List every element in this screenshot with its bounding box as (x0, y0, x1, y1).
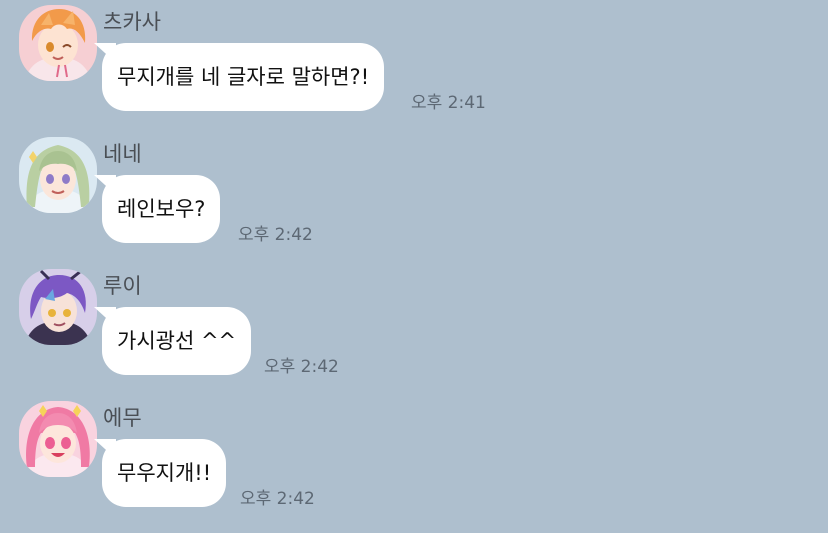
message-bubble[interactable]: 무우지개!! (102, 439, 227, 507)
message-timestamp: 오후 2:42 (264, 357, 339, 377)
rui-avatar-icon[interactable] (19, 269, 97, 345)
message-bubble[interactable]: 레인보우? (102, 175, 221, 243)
message-timestamp: 오후 2:42 (238, 225, 313, 245)
sender-name: 에무 (103, 406, 142, 430)
nene-avatar-icon[interactable] (19, 137, 97, 213)
chat-message: 츠카사 무지개를 네 글자로 말하면?! 오후 2:41 (0, 5, 828, 137)
chat-message: 에무 무우지개!! 오후 2:42 (0, 401, 828, 533)
message-timestamp: 오후 2:42 (240, 489, 315, 509)
sender-name: 네네 (103, 142, 142, 166)
sender-name: 츠카사 (103, 10, 161, 34)
sender-name: 루이 (103, 274, 142, 298)
message-bubble[interactable]: 무지개를 네 글자로 말하면?! (102, 43, 385, 111)
tsukasa-avatar-icon[interactable] (19, 5, 97, 81)
chat-message: 루이 가시광선 ^^ 오후 2:42 (0, 269, 828, 401)
message-timestamp: 오후 2:41 (411, 93, 486, 113)
emu-avatar-icon[interactable] (19, 401, 97, 477)
message-bubble[interactable]: 가시광선 ^^ (102, 307, 252, 375)
chat-message: 네네 레인보우? 오후 2:42 (0, 137, 828, 269)
